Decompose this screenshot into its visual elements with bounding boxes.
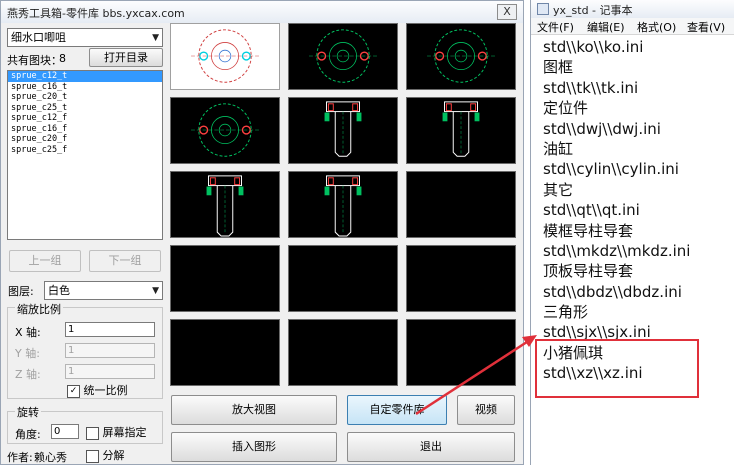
list-item[interactable]: sprue_c20_t — [8, 92, 162, 103]
text-line: 模框导柱导套 — [543, 221, 634, 240]
category-select[interactable]: 细水口唧咀 ▼ — [7, 28, 163, 47]
part-thumbnail[interactable] — [288, 23, 398, 90]
y-axis-label: Y 轴: — [15, 347, 40, 360]
explode-checkbox[interactable]: 分解 — [86, 447, 125, 463]
part-thumbnail[interactable] — [170, 171, 280, 238]
list-item[interactable]: sprue_c16_t — [8, 82, 162, 93]
video-button[interactable]: 视频 — [457, 395, 515, 425]
text-line: std\\ko\\ko.ini — [543, 38, 644, 56]
category-select-value: 细水口唧咀 — [11, 31, 66, 44]
empty-thumbnail[interactable] — [406, 319, 516, 386]
custom-library-button[interactable]: 自定零件库 — [347, 395, 447, 425]
part-thumbnail[interactable] — [288, 97, 398, 164]
explode-label: 分解 — [102, 449, 125, 462]
empty-thumbnail[interactable] — [406, 245, 516, 312]
notepad-icon — [537, 3, 549, 15]
checkbox-unchecked-icon — [86, 426, 99, 440]
part-thumbnail[interactable] — [170, 97, 280, 164]
empty-thumbnail[interactable] — [170, 245, 280, 312]
list-item[interactable]: sprue_c20_f — [8, 134, 162, 145]
dialog-title: 燕秀工具箱-零件库 bbs.yxcax.com — [7, 7, 185, 20]
text-line: 图框 — [543, 58, 574, 77]
part-library-dialog: 燕秀工具箱-零件库 bbs.yxcax.com X 细水口唧咀 ▼ 共有图块： … — [0, 0, 524, 465]
text-line: std\\tk\\tk.ini — [543, 78, 639, 97]
thumbnail-grid — [170, 23, 522, 391]
uniform-scale-checkbox[interactable]: ✓ 统一比例 — [67, 382, 128, 398]
text-line: 顶板导柱导套 — [543, 262, 634, 281]
text-line: std\\mkdz\\mkdz.ini — [543, 241, 691, 260]
close-button[interactable]: X — [497, 4, 517, 20]
exit-button[interactable]: 退出 — [347, 432, 515, 462]
menu-file[interactable]: 文件(F) — [537, 19, 574, 35]
checkbox-checked-icon: ✓ — [67, 384, 80, 398]
notepad-menu-bar: 文件(F) 编辑(E) 格式(O) 查看(V) — [531, 18, 734, 35]
layer-select-value: 白色 — [48, 284, 70, 297]
text-line: 定位件 — [543, 99, 589, 118]
block-count-label: 共有图块： — [7, 54, 62, 67]
chevron-down-icon: ▼ — [152, 286, 159, 296]
layer-select[interactable]: 白色 ▼ — [44, 281, 163, 300]
close-icon: X — [503, 5, 511, 18]
chevron-down-icon: ▼ — [152, 33, 159, 43]
list-item[interactable]: sprue_c25_t — [8, 103, 162, 114]
layer-label: 图层: — [8, 285, 34, 298]
angle-label: 角度: — [15, 428, 41, 441]
empty-thumbnail[interactable] — [406, 171, 516, 238]
x-scale-input[interactable]: 1 — [65, 322, 155, 337]
menu-format[interactable]: 格式(O) — [637, 19, 676, 35]
notepad-title-bar[interactable]: yx_std - 记事本 — [531, 0, 734, 18]
text-line: 油缸 — [543, 139, 574, 158]
text-line: std\\dwj\\dwj.ini — [543, 119, 661, 138]
empty-thumbnail[interactable] — [288, 319, 398, 386]
list-item[interactable]: sprue_c16_f — [8, 124, 162, 135]
screen-specify-label: 屏幕指定 — [102, 426, 147, 439]
uniform-scale-label: 统一比例 — [83, 384, 128, 397]
notepad-title: yx_std - 记事本 — [553, 4, 633, 17]
rotate-group-label: 旋转 — [15, 404, 41, 420]
text-line: 其它 — [543, 180, 574, 199]
next-group-button[interactable]: 下一组 — [89, 250, 161, 272]
empty-thumbnail[interactable] — [288, 245, 398, 312]
angle-input[interactable]: 0 — [51, 424, 79, 439]
text-line: 三角形 — [543, 303, 589, 322]
block-count-value: 8 — [59, 52, 66, 65]
menu-edit[interactable]: 编辑(E) — [587, 19, 625, 35]
part-thumbnail[interactable] — [170, 23, 280, 90]
text-line: std\\cylin\\cylin.ini — [543, 160, 679, 179]
list-item[interactable]: sprue_c12_f — [8, 113, 162, 124]
checkbox-unchecked-icon — [86, 449, 99, 463]
z-scale-input[interactable]: 1 — [65, 364, 155, 379]
x-axis-label: X 轴: — [15, 326, 41, 339]
zoom-view-button[interactable]: 放大视图 — [171, 395, 337, 425]
list-item[interactable]: sprue_c12_t — [8, 71, 162, 82]
insert-graphic-button[interactable]: 插入图形 — [171, 432, 337, 462]
author-label: 作者: — [7, 451, 33, 464]
text-line: std\\dbdz\\dbdz.ini — [543, 282, 682, 301]
screen-specify-checkbox[interactable]: 屏幕指定 — [86, 424, 147, 440]
dialog-title-bar[interactable]: 燕秀工具箱-零件库 bbs.yxcax.com X — [1, 1, 523, 23]
scale-group-label: 缩放比例 — [15, 301, 63, 317]
part-thumbnail[interactable] — [406, 23, 516, 90]
open-directory-button[interactable]: 打开目录 — [89, 48, 163, 67]
parts-listbox[interactable]: sprue_c12_t sprue_c16_t sprue_c20_t sprue_c… — [7, 70, 163, 240]
prev-group-button[interactable]: 上一组 — [9, 250, 81, 272]
text-line: std\\qt\\qt.ini — [543, 201, 640, 220]
author-name: 赖心秀 — [34, 451, 67, 464]
empty-thumbnail[interactable] — [170, 319, 280, 386]
z-axis-label: Z 轴: — [15, 368, 41, 381]
part-thumbnail[interactable] — [406, 97, 516, 164]
notepad-text-area[interactable]: std\\ko\\ko.ini 图框 std\\tk\\tk.ini 定位件 std\\… — [543, 37, 734, 384]
y-scale-input[interactable]: 1 — [65, 343, 155, 358]
menu-view[interactable]: 查看(V) — [687, 19, 725, 35]
part-thumbnail[interactable] — [288, 171, 398, 238]
highlight-box — [535, 339, 699, 398]
list-item[interactable]: sprue_c25_f — [8, 145, 162, 156]
